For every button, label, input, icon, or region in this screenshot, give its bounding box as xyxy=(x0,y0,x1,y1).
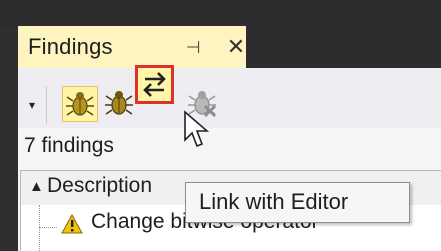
close-icon[interactable]: ✕ xyxy=(225,36,247,58)
sort-ascending-icon: ▲ xyxy=(29,178,44,195)
findings-panel: Findings ⊣ ✕ ▾ 7 findings ▲ Description … xyxy=(0,0,441,251)
column-header-label: Description xyxy=(47,174,153,197)
warning-icon xyxy=(61,214,83,234)
findings-count-row: 7 findings xyxy=(18,128,441,164)
mouse-cursor-icon xyxy=(184,110,209,148)
panel-title-tab[interactable]: Findings ⊣ ✕ xyxy=(18,26,246,68)
tooltip: Link with Editor xyxy=(185,182,410,223)
tree-connector xyxy=(39,227,57,228)
toolbar: ▾ xyxy=(18,68,441,128)
panel-title: Findings xyxy=(28,34,113,59)
tree-connector xyxy=(39,205,40,251)
link-with-editor-icon xyxy=(143,72,166,97)
link-with-editor-button[interactable] xyxy=(135,65,174,104)
bug-icon xyxy=(105,91,133,115)
bug-filter-button[interactable] xyxy=(62,86,98,122)
bug-button[interactable] xyxy=(102,86,138,122)
pin-icon[interactable]: ⊣ xyxy=(184,39,202,57)
toolbar-dropdown-icon[interactable]: ▾ xyxy=(29,98,35,112)
toolbar-separator xyxy=(46,86,47,124)
tooltip-text: Link with Editor xyxy=(199,189,349,214)
findings-count: 7 findings xyxy=(24,134,114,157)
bug-filter-icon xyxy=(66,92,94,116)
